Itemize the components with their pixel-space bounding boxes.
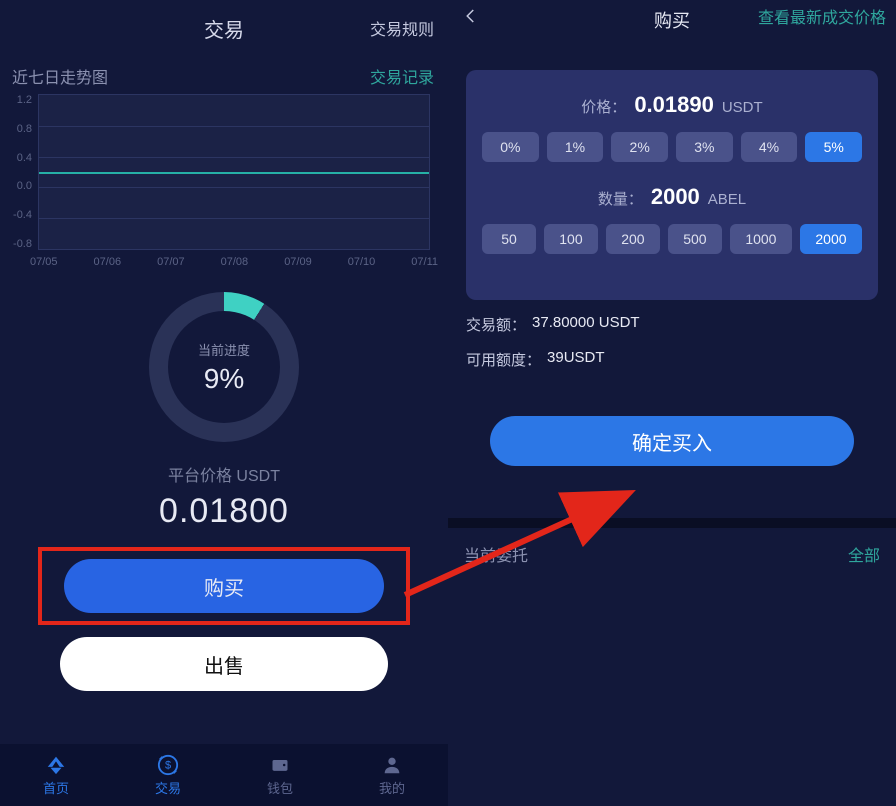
- quantity-options: 50 100 200 500 1000 2000: [482, 224, 862, 254]
- home-icon: [43, 754, 69, 776]
- trade-amount-value: 37.80000 USDT: [532, 314, 640, 335]
- nav-trade-label: 交易: [155, 778, 181, 797]
- percent-chip-5[interactable]: 5%: [805, 132, 862, 162]
- trade-screen: 交易 交易规则 近七日走势图 交易记录 1.2 0.8 0.4 0.0 -0.4…: [0, 0, 448, 806]
- nav-wallet[interactable]: 钱包: [224, 744, 336, 806]
- nav-home[interactable]: 首页: [0, 744, 112, 806]
- buy-screen: 购买 查看最新成交价格 价格： 0.01890 USDT 0% 1% 2% 3%…: [448, 0, 896, 806]
- progress-label: 当前进度: [198, 340, 250, 359]
- available-row: 可用额度： 39USDT: [466, 349, 878, 370]
- percent-chip-1[interactable]: 1%: [547, 132, 604, 162]
- trend-row: 近七日走势图 交易记录: [0, 56, 448, 88]
- qty-chip-50[interactable]: 50: [482, 224, 536, 254]
- percent-chip-2[interactable]: 2%: [611, 132, 668, 162]
- svg-text:$: $: [165, 759, 171, 771]
- bottom-nav: 首页 $ 交易 钱包 我的: [0, 744, 448, 806]
- percent-chip-4[interactable]: 4%: [741, 132, 798, 162]
- price-label: 价格：: [581, 96, 626, 117]
- progress-donut: 当前进度 9%: [149, 292, 299, 442]
- quantity-row: 数量： 2000 ABEL: [482, 184, 862, 210]
- price-value: 0.01800: [0, 492, 448, 531]
- sell-button[interactable]: 出售: [60, 637, 388, 691]
- percent-options: 0% 1% 2% 3% 4% 5%: [482, 132, 862, 162]
- percent-chip-0[interactable]: 0%: [482, 132, 539, 162]
- wallet-icon: [267, 754, 293, 776]
- buy-highlight-annotation: 购买: [38, 547, 410, 625]
- trend-title: 近七日走势图: [12, 64, 108, 88]
- trend-chart: 1.2 0.8 0.4 0.0 -0.4 -0.8 07/05 07/06 07…: [0, 88, 448, 268]
- y-axis-labels: 1.2 0.8 0.4 0.0 -0.4 -0.8: [10, 94, 32, 250]
- trade-rules-link[interactable]: 交易规则: [370, 16, 434, 40]
- price-label: 平台价格 USDT: [0, 462, 448, 486]
- nav-trade[interactable]: $ 交易: [112, 744, 224, 806]
- chart-line: [39, 172, 429, 174]
- nav-mine[interactable]: 我的: [336, 744, 448, 806]
- buy-header: 购买 查看最新成交价格: [448, 0, 896, 40]
- trade-icon: $: [155, 754, 181, 776]
- nav-mine-label: 我的: [379, 778, 405, 797]
- percent-chip-3[interactable]: 3%: [676, 132, 733, 162]
- qty-chip-200[interactable]: 200: [606, 224, 660, 254]
- buy-button[interactable]: 购买: [64, 559, 384, 613]
- user-icon: [379, 754, 405, 776]
- entrust-all-link[interactable]: 全部: [848, 542, 880, 566]
- trade-amount-label: 交易额：: [466, 314, 526, 335]
- x-axis-labels: 07/05 07/06 07/07 07/08 07/09 07/10 07/1…: [30, 256, 438, 268]
- page-title: 交易: [204, 14, 244, 43]
- qty-chip-100[interactable]: 100: [544, 224, 598, 254]
- section-divider: [448, 518, 896, 528]
- confirm-buy-button[interactable]: 确定买入: [490, 416, 854, 466]
- quantity-value: 2000: [651, 184, 700, 210]
- latest-price-link[interactable]: 查看最新成交价格: [758, 4, 886, 28]
- price-row: 价格： 0.01890 USDT: [482, 92, 862, 118]
- trade-records-link[interactable]: 交易记录: [370, 64, 434, 88]
- nav-wallet-label: 钱包: [267, 778, 293, 797]
- buy-title: 购买: [654, 7, 690, 33]
- nav-home-label: 首页: [43, 778, 69, 797]
- price-unit: USDT: [722, 99, 763, 116]
- entrust-title: 当前委托: [464, 542, 528, 566]
- qty-chip-2000[interactable]: 2000: [800, 224, 862, 254]
- quantity-unit: ABEL: [708, 191, 746, 208]
- qty-chip-500[interactable]: 500: [668, 224, 722, 254]
- price-value: 0.01890: [634, 92, 714, 118]
- entrust-row: 当前委托 全部: [448, 528, 896, 580]
- qty-chip-1000[interactable]: 1000: [730, 224, 792, 254]
- chart-plot-area: [38, 94, 430, 250]
- progress-percent: 9%: [204, 363, 244, 395]
- available-label: 可用额度：: [466, 349, 541, 370]
- trade-amount-row: 交易额： 37.80000 USDT: [466, 314, 878, 335]
- buy-form-card: 价格： 0.01890 USDT 0% 1% 2% 3% 4% 5% 数量： 2…: [466, 70, 878, 300]
- quantity-label: 数量：: [598, 188, 643, 209]
- back-button[interactable]: [462, 4, 480, 32]
- header: 交易 交易规则: [0, 0, 448, 56]
- available-value: 39USDT: [547, 349, 605, 370]
- price-section: 平台价格 USDT 0.01800: [0, 462, 448, 531]
